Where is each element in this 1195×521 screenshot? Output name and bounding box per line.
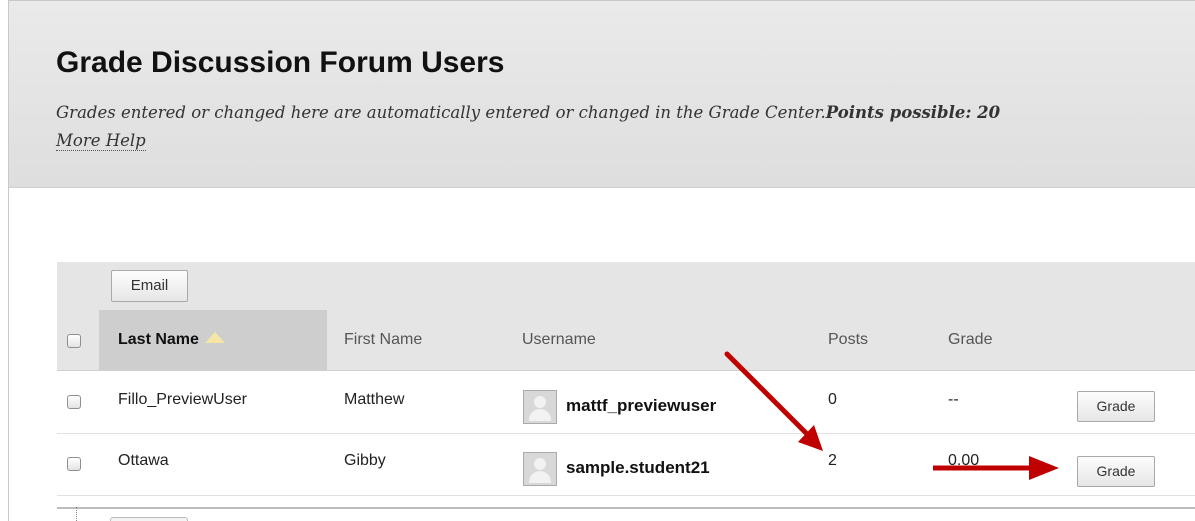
user-avatar-icon xyxy=(523,452,557,486)
table-toolbar: Email xyxy=(57,262,1195,310)
page-title: Grade Discussion Forum Users xyxy=(56,46,505,79)
instructions-text: Grades entered or changed here are autom… xyxy=(56,103,826,122)
username: mattf_previewuser xyxy=(566,396,717,415)
post-count: 2 xyxy=(828,452,837,469)
table-row: Fillo_PreviewUser Matthew mattf_previewu… xyxy=(57,372,1195,434)
row-checkbox[interactable] xyxy=(67,395,81,409)
column-header-username[interactable]: Username xyxy=(522,331,596,349)
post-count: 0 xyxy=(828,391,837,408)
column-header-label: Last Name xyxy=(118,331,199,348)
instructions: Grades entered or changed here are autom… xyxy=(56,99,1186,155)
points-possible: Points possible: 20 xyxy=(825,103,1001,122)
dotted-divider xyxy=(76,507,77,521)
last-name: Fillo_PreviewUser xyxy=(118,391,247,408)
page-header: Grade Discussion Forum Users Grades ente… xyxy=(9,1,1195,188)
username: sample.student21 xyxy=(566,458,710,477)
column-header-first-name[interactable]: First Name xyxy=(344,331,422,349)
column-header-last-name[interactable]: Last Name xyxy=(118,331,225,349)
grade-button[interactable]: Grade xyxy=(1077,456,1155,487)
table-bottom-rule xyxy=(57,507,1195,509)
bottom-email-button[interactable] xyxy=(110,517,188,521)
first-name: Gibby xyxy=(344,452,386,469)
grade-button[interactable]: Grade xyxy=(1077,391,1155,422)
select-all-checkbox[interactable] xyxy=(67,334,81,348)
grade-value: 0.00 xyxy=(948,452,980,469)
last-name: Ottawa xyxy=(118,452,169,469)
user-avatar-icon xyxy=(523,390,557,424)
email-button[interactable]: Email xyxy=(111,270,188,302)
more-help-link[interactable]: More Help xyxy=(56,131,146,151)
first-name: Matthew xyxy=(344,391,405,408)
sort-ascending-icon xyxy=(204,332,225,344)
table-row: Ottawa Gibby sample.student21 2 0.00 Gra… xyxy=(57,434,1195,496)
column-header-grade[interactable]: Grade xyxy=(948,331,992,349)
grade-value: -- xyxy=(948,391,959,408)
row-checkbox[interactable] xyxy=(67,457,81,471)
grade-users-table: Email Last Name First Name Username Post… xyxy=(57,262,1195,521)
column-header-posts[interactable]: Posts xyxy=(828,331,868,349)
